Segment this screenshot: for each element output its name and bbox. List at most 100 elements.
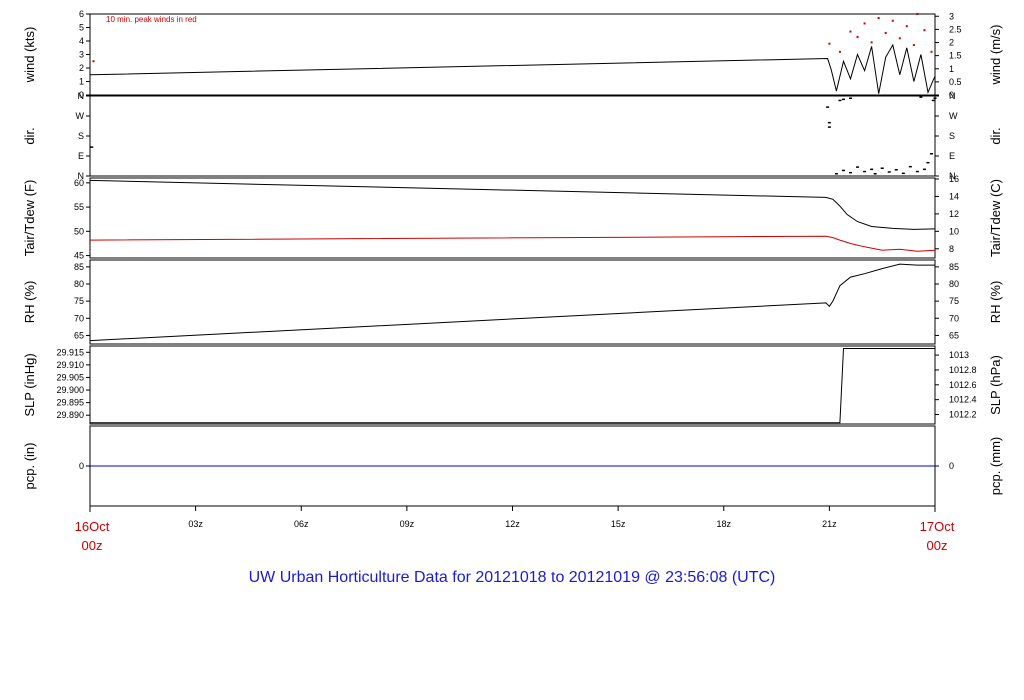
wind-left-tick-label: 5 [79,23,84,33]
dir-direction-mark [908,165,912,168]
slp-left-tick-label: 29.905 [56,372,84,382]
slp-right-axis-label: SLP (hPa) [988,355,1003,415]
temp-right-tick-label: 16 [949,174,959,184]
wind-peak-point [891,19,894,22]
dir-right-axis-label: dir. [988,127,1003,144]
dir-right-tick-label: S [949,131,955,141]
dir-direction-mark [929,153,933,155]
slp-right-tick-label: 1013 [949,350,969,360]
slp-left-tick-label: 29.900 [56,385,84,395]
temp-right-tick-label: 14 [949,191,959,201]
x-end-hour-label: 00z [927,538,948,553]
dir-left-axis-label: dir. [22,127,37,144]
temp-left-tick-label: 60 [74,178,84,188]
slp-right-tick-label: 1012.8 [949,365,977,375]
rh-left-tick-label: 75 [74,296,84,306]
dir-panel-frame [89,95,936,177]
wind-left-tick-label: 4 [79,36,84,46]
dir-left-tick-label: N [78,91,85,101]
temp-left-tick-label: 45 [74,251,84,261]
wind-left-tick-label: 2 [79,63,84,73]
wind-peak-point [856,35,859,38]
dir-direction-mark [863,170,867,173]
wind-peak-point [930,50,933,53]
slp-right-tick-label: 1012.6 [949,380,977,390]
wind-peak-point [916,13,919,15]
dir-direction-mark [880,167,884,169]
wind-panel-frame [89,13,936,96]
slp-left-tick-label: 29.915 [56,347,84,357]
wind-right-tick-label: 2.5 [949,24,962,34]
temp-series-line-0 [89,179,936,230]
temp-right-tick-label: 8 [949,244,954,254]
dir-direction-mark [90,146,94,148]
dir-direction-mark [856,166,860,168]
wind-right-tick-label: 1.5 [949,51,962,61]
dir-direction-mark [841,98,845,101]
x-tick-label: 09z [400,519,415,529]
dir-direction-mark [827,121,831,124]
pcp-left-axis-label: pcp. (in) [22,443,37,490]
wind-peak-point [923,29,926,32]
x-tick-label: 03z [188,519,203,529]
dir-direction-mark [887,171,891,173]
temp-right-tick-label: 10 [949,226,959,236]
x-tick-label: 12z [505,519,520,529]
dir-direction-mark [849,171,852,174]
rh-right-axis-label: RH (%) [988,281,1003,324]
slp-right-tick-label: 1012.4 [949,395,977,405]
dir-direction-mark [901,172,905,175]
wind-right-tick-label: 1 [949,64,954,74]
wind-right-tick-label: 2 [949,38,954,48]
wind-left-tick-label: 1 [79,77,84,87]
dir-direction-mark [926,161,930,164]
dir-direction-mark [849,97,852,99]
rh-left-tick-label: 80 [74,279,84,289]
dir-left-tick-label: S [78,131,84,141]
wind-left-axis-label: wind (kts) [22,27,37,84]
dir-direction-mark [838,99,842,102]
wind-peak-point [838,50,841,53]
wind-peak-point [870,41,873,44]
slp-left-tick-label: 29.890 [56,410,84,420]
wind-peak-point [877,17,880,20]
slp-series-line-0 [90,348,935,424]
dir-direction-mark [933,97,937,99]
chart-title: UW Urban Horticulture Data for 20121018 … [249,569,776,586]
temp-left-tick-label: 55 [74,202,84,212]
pcp-right-tick-label: 0 [949,461,954,471]
wind-peak-point [828,42,831,45]
rh-panel-frame [89,259,936,345]
dir-direction-mark [919,96,923,98]
slp-panel-frame [89,345,936,425]
wind-peak-point [884,31,887,34]
wind-annotation: 10 min. peak winds in red [106,15,197,24]
dir-direction-mark [915,170,919,173]
slp-right-tick-label: 1012.2 [949,410,977,420]
x-end-date-label: 17Oct [920,519,955,534]
rh-left-tick-label: 70 [74,313,84,323]
temp-left-axis-label: Tair/Tdew (F) [22,180,37,257]
wind-series-line-0 [89,43,936,94]
x-tick-label: 21z [822,519,837,529]
weather-chart: 012345600.511.522.53wind (kts) wind (m/s)… [22,9,1003,586]
dir-direction-mark [870,168,874,171]
rh-right-tick-label: 65 [949,330,959,340]
rh-right-tick-label: 70 [949,313,959,323]
x-start-hour-label: 00z [82,538,103,553]
dir-direction-mark [826,106,830,108]
pcp-left-tick-label: 0 [79,461,84,471]
dir-direction-mark [841,169,845,172]
rh-right-tick-label: 75 [949,296,959,306]
dir-right-tick-label: N [949,91,956,101]
dir-right-tick-label: E [949,151,955,161]
slp-left-tick-label: 29.895 [56,398,84,408]
dir-direction-mark [827,126,831,128]
rh-right-tick-label: 80 [949,279,959,289]
wind-left-tick-label: 6 [79,9,84,19]
dir-direction-mark [873,173,877,175]
wind-peak-point [912,44,915,47]
wind-peak-point [905,25,908,28]
x-tick-label: 18z [716,519,731,529]
slp-left-axis-label: SLP (inHg) [22,353,37,416]
